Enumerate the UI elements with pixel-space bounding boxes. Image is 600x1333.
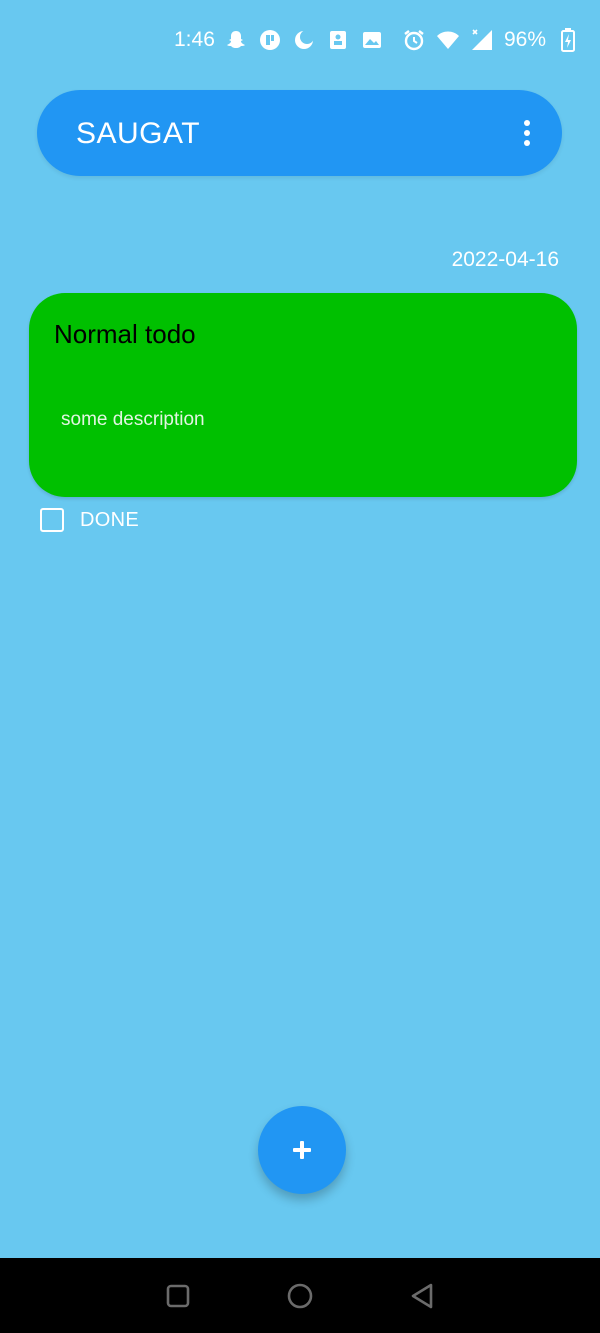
todo-date: 2022-04-16 (451, 248, 559, 271)
done-label: DONE (80, 508, 139, 531)
app-icon (258, 28, 282, 52)
todo-card[interactable]: Normal todo some description (29, 293, 577, 497)
snapchat-icon (224, 28, 248, 52)
done-checkbox[interactable] (40, 508, 64, 532)
battery-percentage: 96% (503, 28, 546, 51)
home-icon[interactable] (286, 1282, 314, 1310)
add-todo-button[interactable] (258, 1106, 346, 1194)
more-vert-icon[interactable] (512, 113, 542, 153)
back-icon[interactable] (408, 1282, 436, 1310)
recents-icon[interactable] (164, 1282, 192, 1310)
todo-title: Normal todo (54, 319, 196, 349)
moon-icon (292, 28, 316, 52)
status-bar: 1:46 96% (0, 0, 600, 80)
done-toggle[interactable]: DONE (40, 506, 139, 534)
app-bar: SAUGAT (37, 90, 562, 176)
status-time: 1:46 (174, 28, 215, 51)
image-icon (360, 28, 384, 52)
todo-description: some description (61, 409, 205, 430)
battery-charging-icon (556, 28, 580, 52)
system-icons: 96% (402, 26, 580, 54)
wifi-icon (436, 28, 460, 52)
clipboard-icon (326, 28, 350, 52)
plus-icon (293, 1141, 311, 1159)
alarm-icon (402, 28, 426, 52)
app-title: SAUGAT (76, 117, 201, 150)
navigation-bar (0, 1258, 600, 1333)
signal-icon (470, 28, 494, 52)
notification-icons (224, 28, 384, 52)
